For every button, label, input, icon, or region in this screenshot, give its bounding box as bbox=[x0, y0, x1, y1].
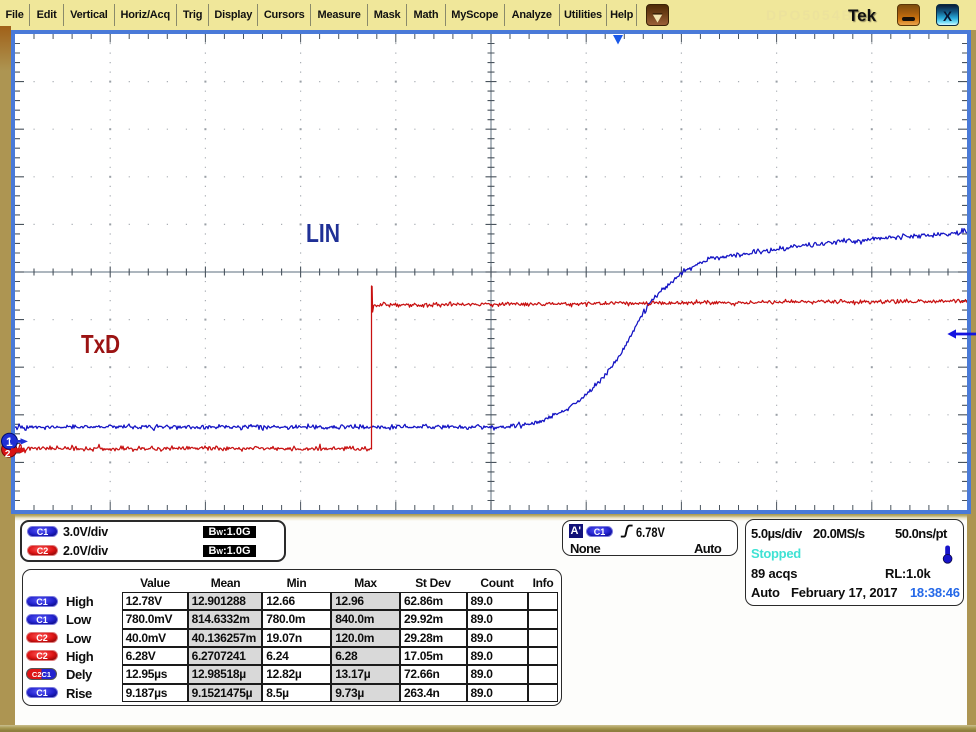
svg-text:2: 2 bbox=[5, 449, 11, 460]
svg-text:TxD: TxD bbox=[81, 329, 120, 359]
svg-text:LIN: LIN bbox=[306, 218, 340, 248]
